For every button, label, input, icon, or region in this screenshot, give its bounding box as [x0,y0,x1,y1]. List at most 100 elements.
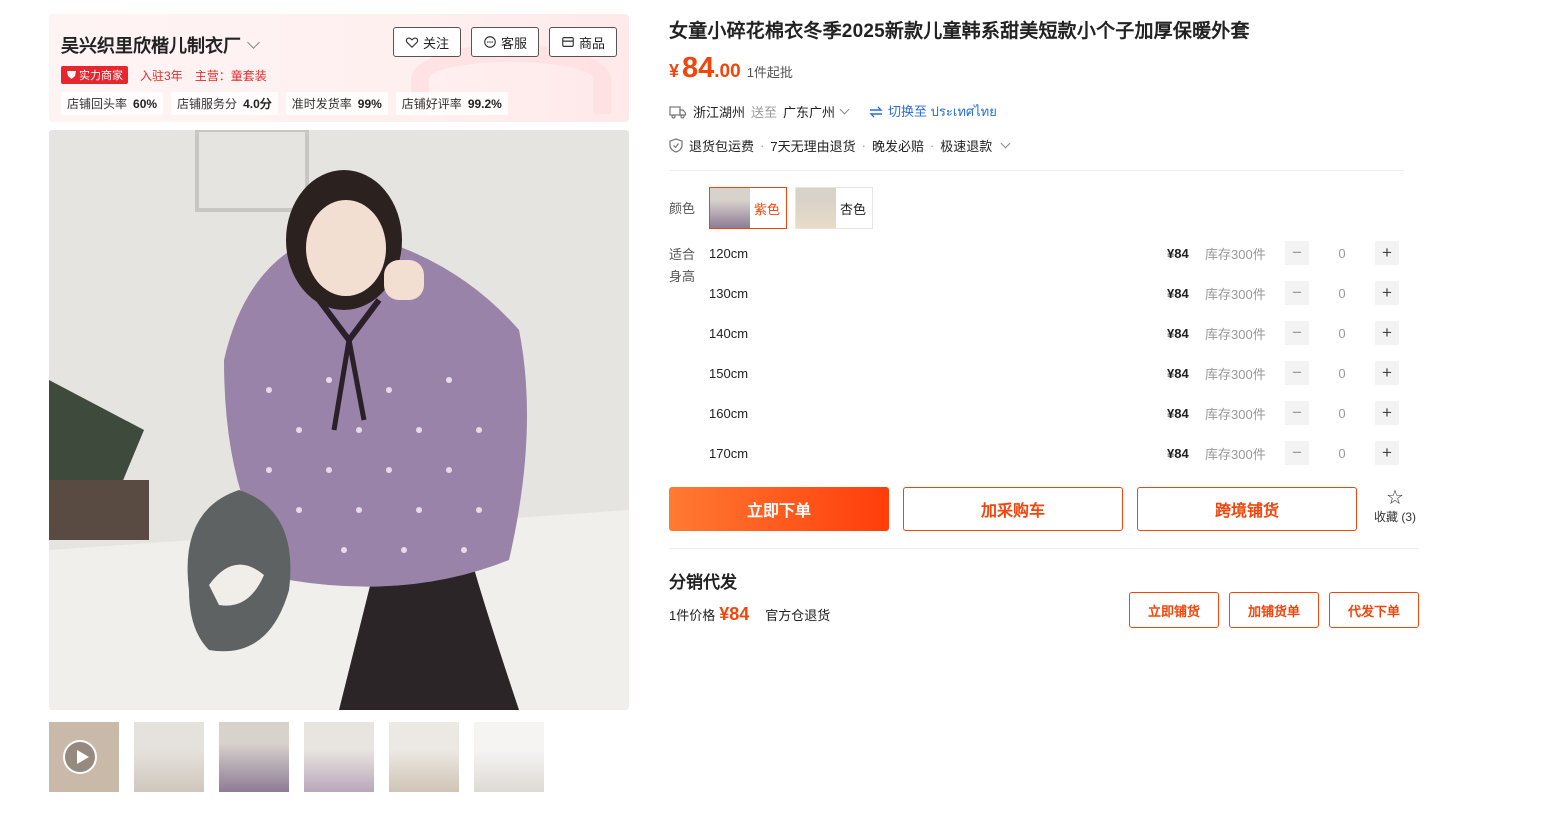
min-order: 1件起批 [746,65,793,80]
shop-name[interactable]: 吴兴织里欣楷儿制衣厂 [61,32,260,58]
decrease-button[interactable]: − [1285,281,1309,305]
thumbnail-image[interactable] [304,722,374,792]
shop-actions: 关注 客服 商品 [392,27,617,57]
follow-button[interactable]: 关注 [392,27,461,57]
size-price: ¥84 [1167,285,1189,301]
shop-meta: 实力商家 入驻3年 主营：童套装 [61,66,267,84]
distribution-title: 分销代发 [669,573,737,592]
chat-icon [484,36,496,48]
color-option-label: 紫色 [754,201,781,217]
badge-text: 实力商家 [79,70,123,82]
size-price: ¥84 [1167,245,1189,261]
add-to-cart-button[interactable]: 加采购车 [903,487,1123,531]
quantity-input[interactable]: 0 [1309,366,1375,381]
size-row: 120cm ¥84 库存300件 − 0 + [709,241,1401,265]
thumbnail-image[interactable] [389,722,459,792]
switch-region-link[interactable]: 切换至 ประเทศไทย [868,101,997,122]
quantity-stepper: − 0 + [1285,281,1399,305]
shop-name-text: 吴兴织里欣楷儿制衣厂 [61,36,241,56]
size-price: ¥84 [1167,405,1189,421]
ship-from: 浙江湖州 [693,105,746,120]
shipping-row: 浙江湖州 送至 广东广州 切换至 ประเทศไทย [669,101,997,122]
buy-now-button[interactable]: 立即下单 [669,487,889,531]
thumbnail-image[interactable] [474,722,544,792]
distribution-price: 1件价格 ¥84 官方仓退货 [669,604,830,625]
favorite-button[interactable]: ☆ 收藏 (3) [1366,488,1424,525]
quantity-input[interactable]: 0 [1309,446,1375,461]
service-label: 客服 [500,35,527,51]
separator: · [760,138,765,153]
stat-repurchase: 店铺回头率 60% [61,92,164,115]
chevron-down-icon [1000,138,1011,148]
ship-to-select[interactable]: 广东广州 [783,102,850,121]
product-photo [49,130,629,710]
add-to-list-button[interactable]: 加铺货单 [1229,592,1319,628]
quantity-stepper: − 0 + [1285,361,1399,385]
decrease-button[interactable]: − [1285,441,1309,465]
increase-button[interactable]: + [1375,441,1399,465]
quantity-stepper: − 0 + [1285,401,1399,425]
quantity-input[interactable]: 0 [1309,286,1375,301]
quantity-input[interactable]: 0 [1309,406,1375,421]
size-label: 适合身高 [669,247,696,284]
cross-border-button[interactable]: 跨境铺货 [1137,487,1357,531]
size-stock: 库存300件 [1205,246,1266,262]
color-swatch [796,188,837,228]
price-currency: ¥ [669,61,680,81]
color-option-apricot[interactable]: 杏色 [795,187,874,229]
service-item: 极速退款 [940,139,993,154]
size-stock: 库存300件 [1205,446,1266,462]
stat-ontime: 准时发货率 99% [285,92,388,115]
decrease-button[interactable]: − [1285,241,1309,265]
quantity-stepper: − 0 + [1285,441,1399,465]
size-row: 170cm ¥84 库存300件 − 0 + [709,441,1401,465]
color-option-label: 杏色 [840,201,867,217]
shield-check-icon [669,138,683,153]
size-value: 170cm [709,445,749,461]
size-row: 140cm ¥84 库存300件 − 0 + [709,321,1401,345]
color-options: 紫色 杏色 [709,187,874,229]
decrease-button[interactable]: − [1285,361,1309,385]
size-price: ¥84 [1167,445,1189,461]
goods-label: 商品 [578,35,605,51]
size-price: ¥84 [1167,365,1189,381]
chevron-down-icon[interactable] [247,36,260,49]
main-product-image[interactable] [49,130,629,710]
strength-badge: 实力商家 [61,66,128,84]
color-option-purple[interactable]: 紫色 [709,187,788,229]
dropship-order-button[interactable]: 代发下单 [1329,592,1419,628]
quantity-input[interactable]: 0 [1309,326,1375,341]
separator: · [861,138,866,153]
decrease-button[interactable]: − [1285,401,1309,425]
increase-button[interactable]: + [1375,401,1399,425]
size-stock: 库存300件 [1205,406,1266,422]
size-value: 120cm [709,245,749,261]
service-item: 7天无理由退货 [770,139,856,154]
stat-good-rate: 店铺好评率 99.2% [395,92,508,115]
increase-button[interactable]: + [1375,281,1399,305]
customer-service-button[interactable]: 客服 [470,27,539,57]
thumbnail-image[interactable] [134,722,204,792]
swap-icon [869,106,883,117]
distribution-actions: 立即铺货 加铺货单 代发下单 [1129,592,1419,628]
shop-header: 吴兴织里欣楷儿制衣厂 关注 客服 商品 实力商家 入驻3年 主营：童套装 店铺回… [49,14,629,122]
quantity-input[interactable]: 0 [1309,246,1375,261]
favorite-label: 收藏 [1373,510,1398,524]
main-business: 主营：童套装 [194,68,267,83]
heart-plus-icon [405,37,419,49]
size-row: 160cm ¥84 库存300件 − 0 + [709,401,1401,425]
increase-button[interactable]: + [1375,361,1399,385]
service-row[interactable]: 退货包运费 · 7天无理由退货 · 晚发必赔 · 极速退款 [669,136,1011,155]
thumbnail-video[interactable] [49,722,119,792]
increase-button[interactable]: + [1375,321,1399,345]
size-row: 150cm ¥84 库存300件 − 0 + [709,361,1401,385]
goods-button[interactable]: 商品 [548,27,617,57]
increase-button[interactable]: + [1375,241,1399,265]
list-now-button[interactable]: 立即铺货 [1129,592,1219,628]
price-integer: 84 [682,52,715,84]
distribution-note: 官方仓退货 [765,608,831,623]
shield-icon [67,71,76,79]
thumbnail-image[interactable] [219,722,289,792]
decrease-button[interactable]: − [1285,321,1309,345]
service-item: 晚发必赔 [871,139,924,154]
